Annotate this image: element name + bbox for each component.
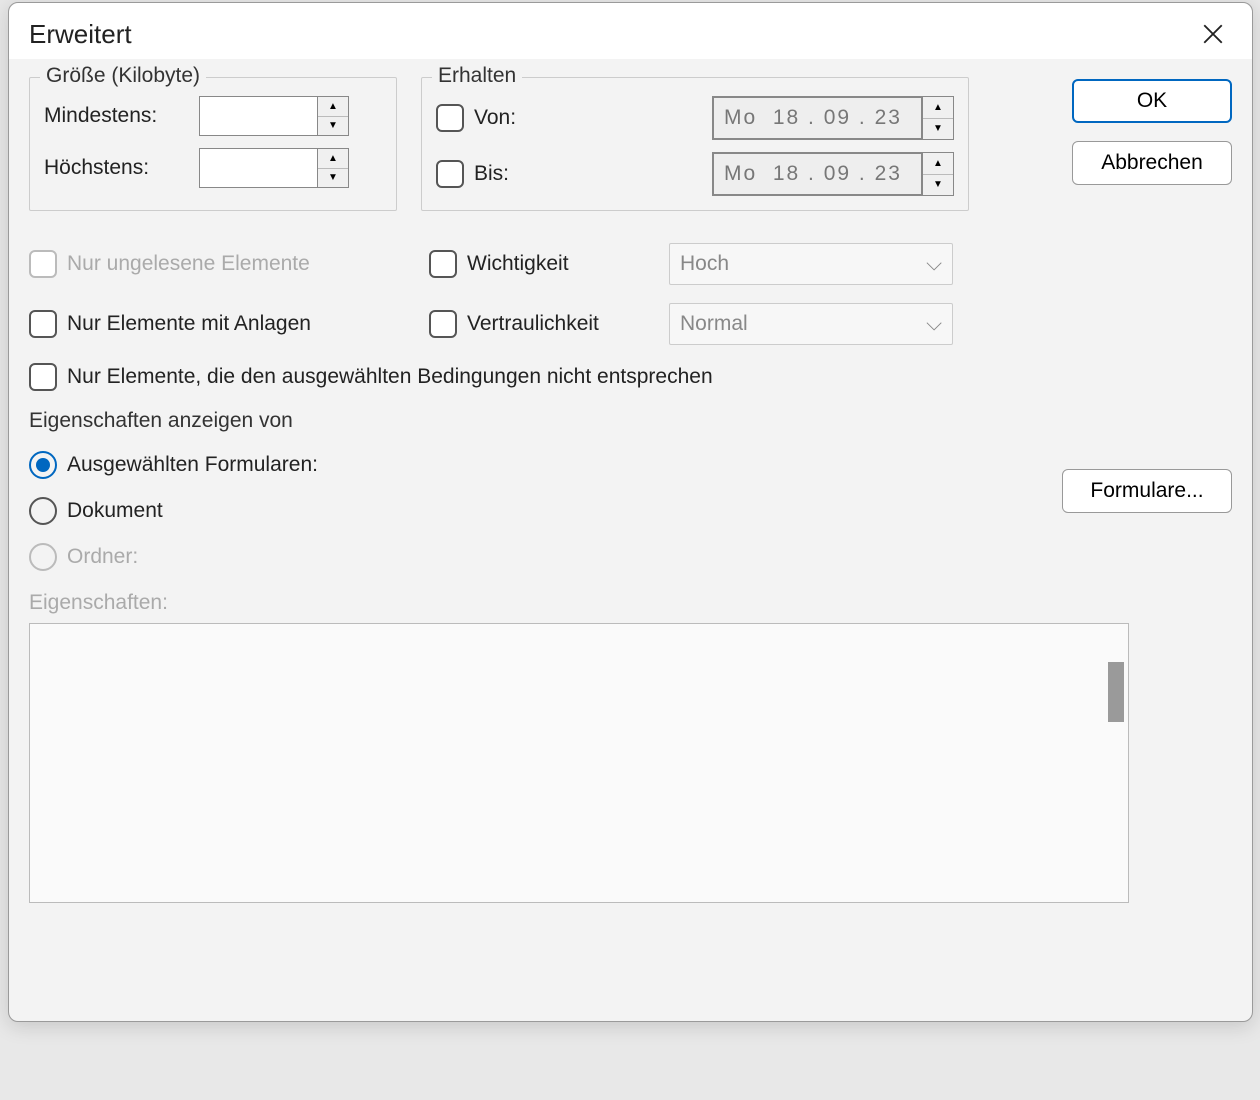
max-size-down[interactable]: ▼ [318,169,348,188]
max-size-spinner: ▲ ▼ [199,148,359,188]
radio-document[interactable] [29,497,57,525]
min-size-input[interactable] [199,96,317,136]
not-match-checkbox[interactable] [29,363,57,391]
scrollbar-thumb[interactable] [1108,662,1124,722]
to-date-input[interactable] [712,152,922,196]
not-match-label: Nur Elemente, die den ausgewählten Bedin… [67,365,713,389]
min-size-down[interactable]: ▼ [318,117,348,136]
close-button[interactable] [1196,17,1230,51]
to-date-up[interactable]: ▲ [923,153,953,175]
from-label: Von: [474,106,516,130]
receive-group: Erhalten Von: ▲ ▼ Bis: [421,77,969,211]
max-size-up[interactable]: ▲ [318,149,348,169]
size-group-legend: Größe (Kilobyte) [40,64,206,88]
max-size-input[interactable] [199,148,317,188]
dialog-title: Erweitert [29,19,132,50]
confidentiality-label: Vertraulichkeit [467,312,599,336]
importance-label: Wichtigkeit [467,252,569,276]
titlebar: Erweitert [9,3,1252,59]
properties-listbox[interactable] [29,623,1129,903]
from-checkbox[interactable] [436,104,464,132]
min-size-up[interactable]: ▲ [318,97,348,117]
attachments-label: Nur Elemente mit Anlagen [67,312,311,336]
close-icon [1203,24,1223,44]
to-checkbox[interactable] [436,160,464,188]
radio-selected-forms[interactable] [29,451,57,479]
properties-label: Eigenschaften: [29,591,1232,615]
attachments-checkbox[interactable] [29,310,57,338]
from-date-down[interactable]: ▼ [923,119,953,140]
chevron-down-icon: ⌵ [926,252,942,276]
forms-button[interactable]: Formulare... [1062,469,1232,513]
from-date-input[interactable] [712,96,922,140]
min-size-spinner: ▲ ▼ [199,96,359,136]
dialog-content: OK Abbrechen Größe (Kilobyte) Mindestens… [9,59,1252,923]
from-date-up[interactable]: ▲ [923,97,953,119]
min-size-label: Mindestens: [44,104,199,128]
confidentiality-checkbox[interactable] [429,310,457,338]
properties-heading: Eigenschaften anzeigen von [29,409,1232,433]
size-group: Größe (Kilobyte) Mindestens: ▲ ▼ Höchste… [29,77,397,211]
dialog-action-buttons: OK Abbrechen [1072,79,1232,185]
importance-checkbox[interactable] [429,250,457,278]
importance-select[interactable]: Hoch ⌵ [669,243,953,285]
receive-group-legend: Erhalten [432,64,522,88]
unread-label: Nur ungelesene Elemente [67,252,310,276]
cancel-button[interactable]: Abbrechen [1072,141,1232,185]
confidentiality-value: Normal [680,312,748,336]
scrollbar[interactable] [1102,626,1126,900]
chevron-down-icon: ⌵ [926,312,942,336]
to-date-down[interactable]: ▼ [923,175,953,196]
confidentiality-select[interactable]: Normal ⌵ [669,303,953,345]
unread-checkbox [29,250,57,278]
radio-selected-forms-label: Ausgewählten Formularen: [67,453,318,477]
radio-folder-label: Ordner: [67,545,138,569]
to-label: Bis: [474,162,509,186]
ok-button[interactable]: OK [1072,79,1232,123]
radio-folder [29,543,57,571]
max-size-label: Höchstens: [44,156,199,180]
importance-value: Hoch [680,252,729,276]
radio-document-label: Dokument [67,499,163,523]
advanced-dialog: Erweitert OK Abbrechen Größe (Kilobyte) … [8,2,1253,1022]
